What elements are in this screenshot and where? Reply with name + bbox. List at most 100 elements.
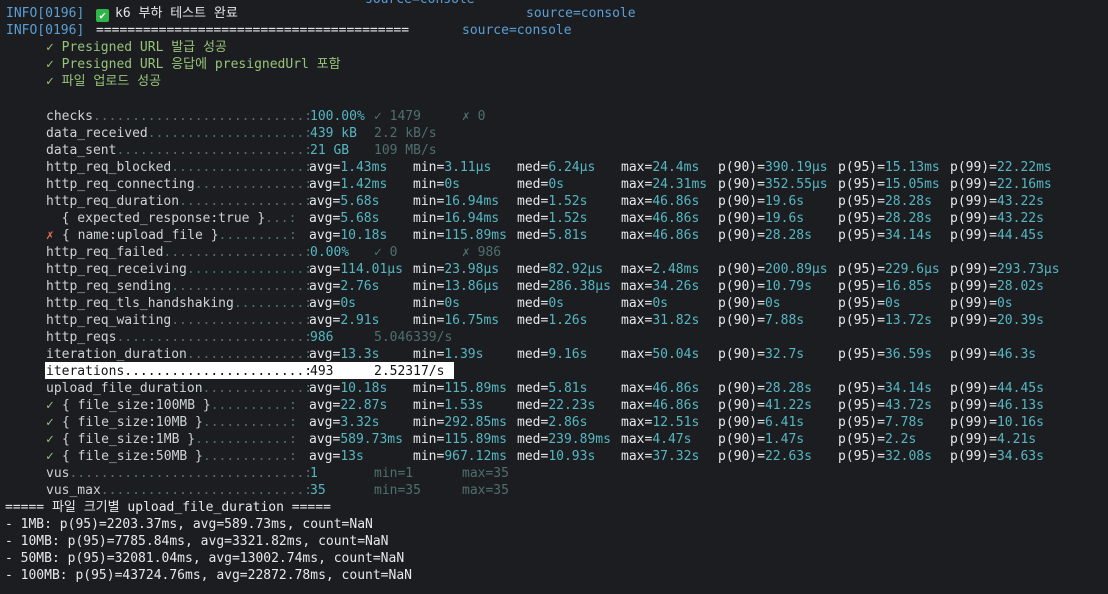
metric-stat: avg=1.43ms	[309, 160, 388, 175]
metric-stat: p(95)=32.08s	[838, 449, 932, 464]
metric-stat: p(99)=44.45s	[950, 228, 1044, 243]
metric-value: 35	[310, 483, 326, 498]
metric-stat: p(99)=46.3s	[950, 347, 1037, 362]
metric-stat: p(90)=41.22s	[718, 398, 812, 413]
metric-stat: p(90)=19.6s	[718, 211, 805, 226]
metric-stat: p(99)=0s	[950, 296, 1013, 311]
metric-stat: p(90)=6.41s	[718, 415, 805, 430]
metric-stat: avg=589.73ms	[309, 432, 403, 447]
metric-stat: min=0s	[413, 177, 460, 192]
metric-stat: p(99)=28.02s	[950, 279, 1044, 294]
metric-name: { file_size:1MB }............:	[62, 432, 297, 447]
metric-stat: max=2.48ms	[621, 262, 700, 277]
metric-stat: p(95)=2.2s	[838, 432, 917, 447]
metric-stat: p(95)=15.05ms	[838, 177, 940, 192]
metric-name: { file_size:10MB }...........:	[62, 415, 297, 430]
check-result: ✓ Presigned URL 발급 성공	[46, 40, 227, 55]
metric-name: http_reqs........................:	[46, 330, 313, 345]
metric-stat: p(90)=19.6s	[718, 194, 805, 209]
metric-stat: avg=2.76s	[309, 279, 380, 294]
metric-stat: p(99)=22.16ms	[950, 177, 1052, 192]
metric-stat: p(95)=15.13ms	[838, 160, 940, 175]
metric-stat: min=0s	[413, 296, 460, 311]
metric-stat: min=115.89ms	[413, 381, 507, 396]
metric-stat: p(99)=10.16s	[950, 415, 1044, 430]
metric-stat: avg=13s	[309, 449, 364, 464]
metric-stat: p(95)=16.85s	[838, 279, 932, 294]
metric-stat: p(95)=34.14s	[838, 228, 932, 243]
metric-stat: avg=3.32s	[309, 415, 380, 430]
metric-stat: p(90)=28.28s	[718, 381, 812, 396]
metric-stat: med=5.81s	[517, 381, 588, 396]
metric-stat: min=16.75ms	[413, 313, 500, 328]
metric-stat: min=16.94ms	[413, 211, 500, 226]
metric-stat: p(90)=352.55µs	[718, 177, 828, 192]
metric-stat: med=9.16s	[517, 347, 588, 362]
metric-stat: p(95)=229.6µs	[838, 262, 940, 277]
metric-rate: min=1	[374, 466, 414, 481]
metric-name: http_req_duration................:	[46, 194, 313, 209]
metric-rate: min=35	[374, 483, 421, 498]
check-icon: ✓	[46, 398, 54, 413]
metric-value: 21 GB	[310, 143, 350, 158]
metric-name: upload_file_duration.............:	[46, 381, 313, 396]
metric-stat: min=16.94ms	[413, 194, 500, 209]
metric-stat: p(95)=36.59s	[838, 347, 932, 362]
metric-name: { file_size:100MB }..........:	[62, 398, 297, 413]
check-icon: ✓	[46, 415, 54, 430]
metric-stat: p(99)=22.22ms	[950, 160, 1052, 175]
log-source: source=console	[526, 6, 636, 21]
metric-stat: min=1.39s	[413, 347, 484, 362]
metric-stat: p(99)=20.39s	[950, 313, 1044, 328]
summary-header: ===== 파일 크기별 upload_file_duration =====	[5, 500, 331, 515]
metric-rate: ✓ 1479	[374, 109, 421, 124]
metric-stat: p(90)=22.63s	[718, 449, 812, 464]
metric-stat: p(90)=390.19µs	[718, 160, 828, 175]
metric-stat: p(95)=43.72s	[838, 398, 932, 413]
metric-value: 986	[310, 330, 334, 345]
metric-stat: p(95)=13.72s	[838, 313, 932, 328]
metric-name: { file_size:50MB }...........:	[62, 449, 297, 464]
metric-stat: max=24.4ms	[621, 160, 700, 175]
metric-extra: ✗ 986	[462, 245, 502, 260]
metric-stat: med=6.24µs	[517, 160, 596, 175]
metric-name: http_req_failed..................:	[46, 245, 313, 260]
metric-stat: p(90)=10.79s	[718, 279, 812, 294]
metric-stat: p(90)=28.28s	[718, 228, 812, 243]
log-source: source=console	[462, 23, 572, 38]
metric-stat: min=1.53s	[413, 398, 484, 413]
log-prefix: INFO[0196]	[6, 23, 85, 38]
separator: ========================================	[96, 23, 410, 38]
metric-name: http_req_blocked.................:	[46, 160, 313, 175]
metric-stat: max=37.32s	[621, 449, 700, 464]
summary-line: - 100MB: p(95)=43724.76ms, avg=22872.78m…	[5, 568, 412, 583]
metric-rate: 2.52317/s	[374, 364, 445, 379]
metric-stat: p(99)=46.13s	[950, 398, 1044, 413]
metric-name: http_req_waiting.................:	[46, 313, 313, 328]
metric-stat: max=50.04s	[621, 347, 700, 362]
metric-stat: avg=2.91s	[309, 313, 380, 328]
metric-stat: med=2.86s	[517, 415, 588, 430]
metric-rate: ✓ 0	[374, 245, 398, 260]
metric-stat: avg=0s	[309, 296, 356, 311]
metric-value: 493	[310, 364, 334, 379]
metric-name: http_req_receiving...............:	[46, 262, 313, 277]
complete-message: ✔ k6 부하 테스트 완료	[96, 5, 238, 22]
metric-stat: med=1.26s	[517, 313, 588, 328]
terminal[interactable]: source=console INFO[0196] ✔k6 부하 테스트 완료 …	[0, 0, 1108, 594]
metric-extra: ✗ 0	[462, 109, 486, 124]
metric-stat: med=10.93s	[517, 449, 596, 464]
metric-stat: med=82.92µs	[517, 262, 604, 277]
check-result: ✓ Presigned URL 응답에 presignedUrl 포함	[46, 57, 341, 72]
metric-stat: p(99)=34.63s	[950, 449, 1044, 464]
metric-name: data_received....................:	[46, 126, 313, 141]
metric-stat: p(90)=0s	[718, 296, 781, 311]
metric-stat: min=115.89ms	[413, 432, 507, 447]
metric-stat: max=31.82s	[621, 313, 700, 328]
metric-stat: avg=10.18s	[309, 228, 388, 243]
metric-stat: avg=5.68s	[309, 211, 380, 226]
metric-stat: max=24.31ms	[621, 177, 708, 192]
metric-stat: avg=22.87s	[309, 398, 388, 413]
metric-stat: p(95)=28.28s	[838, 194, 932, 209]
log-line-complete: INFO[0196] ✔ k6 부하 테스트 완료 source=console	[0, 5, 636, 22]
